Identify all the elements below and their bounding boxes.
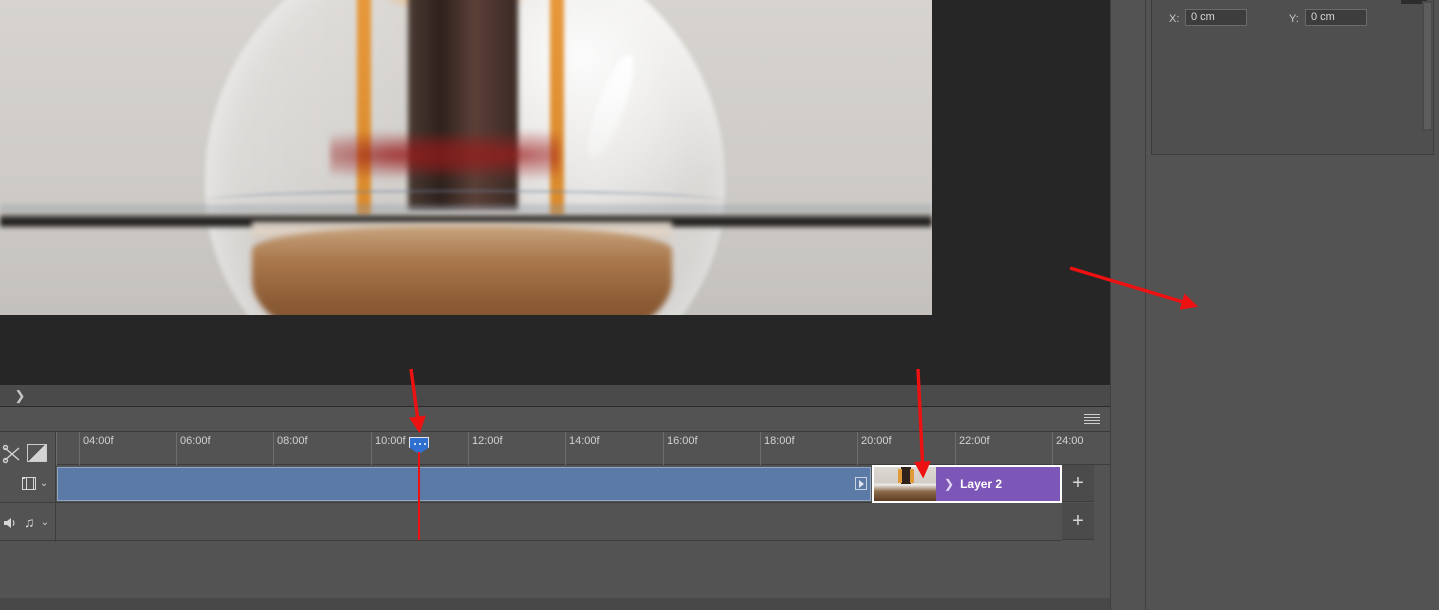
photo-orange-bar-right [550, 0, 564, 220]
video-track-lane[interactable]: ❯ Layer 2 [56, 465, 1061, 503]
ruler-label: 04:00f [83, 435, 114, 447]
ruler-label: 12:00f [472, 435, 503, 447]
chevron-right-icon[interactable]: ❯ [12, 388, 28, 404]
timeline-ruler[interactable]: 04:00f 06:00f 08:00f 10:00f 12:00f 14:00… [56, 432, 1110, 465]
timeline-clip-layer1[interactable] [57, 467, 871, 501]
x-field-label: X: [1169, 13, 1179, 25]
ruler-label: 16:00f [667, 435, 698, 447]
ruler-origin-tick [56, 432, 57, 465]
document-canvas-area [0, 0, 1110, 385]
timeline-playhead[interactable] [409, 437, 429, 459]
timeline-audio-track: ♫ ⌄ + [0, 503, 1110, 541]
video-track-controls[interactable]: ⌄ [0, 465, 56, 503]
ruler-label: 06:00f [180, 435, 211, 447]
add-video-media-button[interactable]: + [1062, 465, 1094, 502]
clip-thumbnail [874, 467, 936, 501]
timeline-horizontal-scrollbar[interactable] [0, 598, 1110, 610]
y-field-input[interactable]: 0 cm [1305, 9, 1367, 26]
audio-track-lane[interactable] [56, 503, 1061, 541]
timeline-collapsed-bar: ❯ [0, 385, 1110, 407]
photo-coffee-liquid [252, 226, 672, 315]
photo-orange-bar-left [357, 0, 371, 220]
add-audio-media-button[interactable]: + [1062, 503, 1094, 540]
film-strip-icon [22, 477, 36, 490]
timeline-panel-menu-icon[interactable] [1084, 414, 1100, 425]
playhead-marker-icon [409, 437, 429, 454]
properties-scrollbar[interactable] [1422, 1, 1432, 131]
timeline-panel-header [0, 407, 1110, 432]
ruler-label: 18:00f [764, 435, 795, 447]
timeline-clip-layer2[interactable]: ❯ Layer 2 [872, 465, 1062, 503]
chevron-down-icon[interactable]: ⌄ [40, 518, 50, 528]
chevron-right-icon[interactable]: ❯ [944, 477, 954, 491]
canvas-image [0, 0, 932, 315]
ruler-label: 22:00f [959, 435, 990, 447]
speaker-icon[interactable] [3, 516, 18, 528]
ruler-label: 20:00f [861, 435, 892, 447]
transition-icon[interactable] [27, 444, 47, 462]
ruler-label: 10:00f [375, 435, 406, 447]
ruler-label: 08:00f [277, 435, 308, 447]
ruler-label: 14:00f [569, 435, 600, 447]
right-dock: X: 0 cm Y: 0 cm Layers Channels Paths Ki… [1146, 0, 1439, 610]
audio-track-controls[interactable]: ♫ ⌄ [0, 503, 56, 541]
clip-label: Layer 2 [960, 477, 1002, 491]
x-field-input[interactable]: 0 cm [1185, 9, 1247, 26]
y-field-label: Y: [1289, 13, 1299, 25]
properties-panel: X: 0 cm Y: 0 cm [1151, 0, 1434, 155]
photo-red-label [330, 125, 560, 185]
timeline-panel: 04:00f 06:00f 08:00f 10:00f 12:00f 14:00… [0, 432, 1110, 610]
ruler-label: 24:00 [1056, 435, 1084, 447]
panel-gutter [1110, 0, 1146, 610]
music-note-icon: ♫ [24, 516, 38, 529]
photo-glass-rim [205, 190, 725, 212]
split-at-playhead-icon[interactable] [2, 444, 24, 464]
clip-end-marker-icon[interactable] [855, 477, 867, 490]
timeline-video-track: ⌄ ❯ Layer 2 + [0, 465, 1110, 503]
chevron-down-icon[interactable]: ⌄ [39, 479, 49, 489]
